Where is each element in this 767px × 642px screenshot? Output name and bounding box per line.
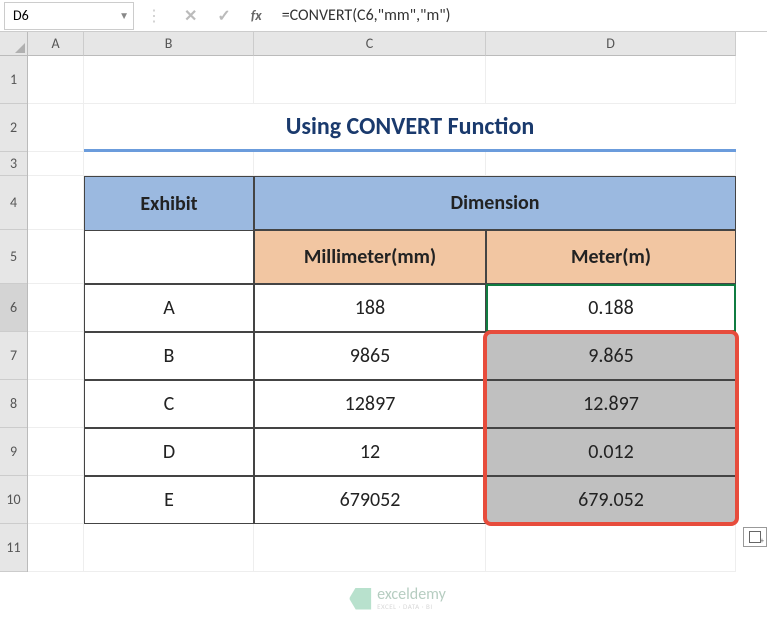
row-11	[28, 524, 767, 572]
cell-a4[interactable]	[28, 176, 84, 230]
spreadsheet: 1 2 3 4 5 6 7 8 9 10 11 A B C D	[0, 32, 767, 642]
row-header-2[interactable]: 2	[0, 104, 27, 152]
cell-b8[interactable]: C	[84, 380, 254, 428]
col-header-d[interactable]: D	[486, 32, 736, 56]
cell-c9[interactable]: 12	[254, 428, 486, 476]
grid-area: A B C D Using CONVERT Function Exhib	[28, 32, 767, 642]
row-header-1[interactable]: 1	[0, 56, 27, 104]
cell-d1[interactable]	[486, 56, 736, 104]
row-header-8[interactable]: 8	[0, 380, 27, 428]
enter-icon[interactable]: ✓	[217, 6, 230, 26]
row-5: Millimeter(mm) Meter(m)	[28, 230, 767, 284]
cell-b11[interactable]	[84, 524, 254, 572]
cell-b6[interactable]: A	[84, 284, 254, 332]
cell-a11[interactable]	[28, 524, 84, 572]
watermark-sub: EXCEL · DATA · BI	[377, 603, 446, 610]
row-9: D 12 0.012	[28, 428, 767, 476]
cell-a3[interactable]	[28, 152, 84, 176]
cell-d10[interactable]: 679.052	[486, 476, 736, 524]
cell-c7[interactable]: 9865	[254, 332, 486, 380]
row-header-6[interactable]: 6	[0, 284, 27, 332]
cell-d9[interactable]: 0.012	[486, 428, 736, 476]
col-header-b[interactable]: B	[84, 32, 254, 56]
name-box-dropdown-icon[interactable]: ▼	[119, 9, 129, 22]
cell-d8[interactable]: 12.897	[486, 380, 736, 428]
row-header-4[interactable]: 4	[0, 176, 27, 230]
col-header-c[interactable]: C	[254, 32, 486, 56]
cell-b7[interactable]: B	[84, 332, 254, 380]
fx-icon[interactable]: fx	[251, 7, 262, 24]
cell-a2[interactable]	[28, 104, 84, 152]
row-3	[28, 152, 767, 176]
name-box[interactable]: D6 ▼	[4, 2, 134, 30]
cell-a6[interactable]	[28, 284, 84, 332]
cell-c3[interactable]	[254, 152, 486, 176]
header-dimension[interactable]: Dimension	[254, 176, 736, 230]
cell-a5[interactable]	[28, 230, 84, 284]
autofill-options-icon[interactable]	[743, 527, 767, 547]
row-2: Using CONVERT Function	[28, 104, 767, 152]
cell-a8[interactable]	[28, 380, 84, 428]
divider: ⋮	[146, 6, 162, 26]
row-header-7[interactable]: 7	[0, 332, 27, 380]
cell-d7[interactable]: 9.865	[486, 332, 736, 380]
row-6: A 188 0.188	[28, 284, 767, 332]
row-4: Exhibit Dimension	[28, 176, 767, 230]
formula-input[interactable]: =CONVERT(C6,"mm","m")	[272, 6, 767, 25]
formula-bar: D6 ▼ ⋮ ✕ ✓ fx =CONVERT(C6,"mm","m")	[0, 0, 767, 32]
row-header-5[interactable]: 5	[0, 230, 27, 284]
watermark-text: exceldemy EXCEL · DATA · BI	[377, 587, 446, 610]
row-header-10[interactable]: 10	[0, 476, 27, 524]
header-exhibit[interactable]: Exhibit	[84, 176, 254, 230]
header-blank[interactable]	[84, 230, 254, 284]
row-7: B 9865 9.865	[28, 332, 767, 380]
cell-a1[interactable]	[28, 56, 84, 104]
row-header-3[interactable]: 3	[0, 152, 27, 176]
row-1	[28, 56, 767, 104]
cancel-icon[interactable]: ✕	[184, 6, 197, 26]
row-headers: 1 2 3 4 5 6 7 8 9 10 11	[0, 56, 28, 572]
cell-a9[interactable]	[28, 428, 84, 476]
cell-d6[interactable]: 0.188	[486, 284, 736, 332]
watermark-logo-icon	[349, 588, 371, 610]
row-gutter: 1 2 3 4 5 6 7 8 9 10 11	[0, 32, 28, 642]
row-header-9[interactable]: 9	[0, 428, 27, 476]
col-header-a[interactable]: A	[28, 32, 84, 56]
cell-a7[interactable]	[28, 332, 84, 380]
row-10: E 679052 679.052	[28, 476, 767, 524]
cell-b9[interactable]: D	[84, 428, 254, 476]
header-m[interactable]: Meter(m)	[486, 230, 736, 284]
cell-c6[interactable]: 188	[254, 284, 486, 332]
row-header-11[interactable]: 11	[0, 524, 27, 572]
cell-b1[interactable]	[84, 56, 254, 104]
cell-d11[interactable]	[486, 524, 736, 572]
cell-c1[interactable]	[254, 56, 486, 104]
cell-b10[interactable]: E	[84, 476, 254, 524]
watermark-main: exceldemy	[377, 587, 446, 603]
column-headers: A B C D	[28, 32, 767, 56]
row-8: C 12897 12.897	[28, 380, 767, 428]
cell-d3[interactable]	[486, 152, 736, 176]
cell-c10[interactable]: 679052	[254, 476, 486, 524]
title-cell[interactable]: Using CONVERT Function	[84, 104, 736, 152]
watermark: exceldemy EXCEL · DATA · BI	[349, 587, 446, 610]
select-all-corner[interactable]	[0, 32, 28, 56]
name-box-value: D6	[13, 7, 29, 24]
cell-c11[interactable]	[254, 524, 486, 572]
cell-c8[interactable]: 12897	[254, 380, 486, 428]
cell-b3[interactable]	[84, 152, 254, 176]
cell-a10[interactable]	[28, 476, 84, 524]
header-mm[interactable]: Millimeter(mm)	[254, 230, 486, 284]
